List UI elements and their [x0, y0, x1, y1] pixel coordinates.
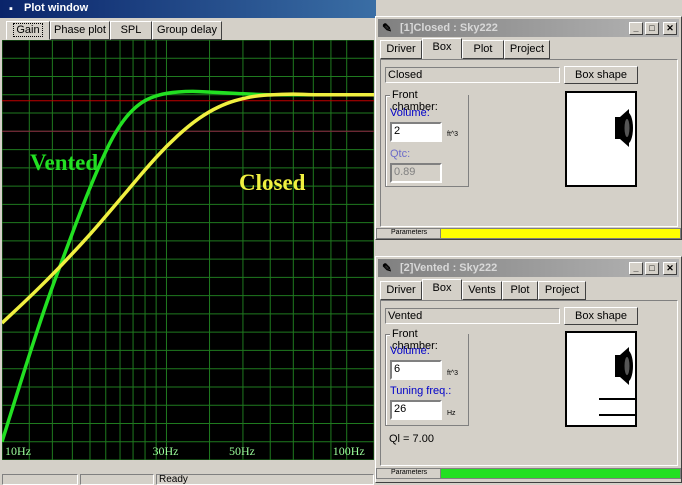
- closed-curve-label: Closed: [239, 170, 306, 195]
- x-tick-label: 100Hz: [332, 444, 365, 458]
- closed-color-strip: [441, 229, 680, 238]
- status-ready: Ready: [156, 474, 374, 485]
- box-shape-preview: [565, 331, 637, 427]
- x-tick-label: 10Hz: [5, 444, 31, 458]
- tuning-freq-unit: Hz: [447, 410, 456, 417]
- front-chamber-group: Front chamber: Volume: 6 ft^3 Tuning fre…: [385, 328, 469, 426]
- box-shape-preview: [565, 91, 637, 187]
- vented-window-titlebar[interactable]: ✎ [2]Vented : Sky222 _ □ ✕: [378, 259, 679, 277]
- tab-driver[interactable]: Driver: [380, 281, 422, 300]
- vented-curve-label: Vented: [30, 150, 99, 175]
- plot-window: ▪ Plot window Gain Phase plot SPL Group …: [0, 0, 376, 485]
- vented-color-strip: [441, 469, 680, 478]
- tab-driver[interactable]: Driver: [380, 40, 422, 59]
- tab-group-delay[interactable]: Group delay: [152, 21, 222, 40]
- vented-params-strip: Parameters: [376, 468, 681, 479]
- box-panel: Vented Box shape Front chamber: Volume: …: [380, 300, 678, 466]
- vented-window-title: [2]Vented : Sky222: [400, 262, 498, 274]
- qtc-field: 0.89: [390, 163, 442, 183]
- plot-window-title: Plot window: [24, 2, 89, 14]
- status-cell-2: [80, 474, 154, 485]
- tab-box[interactable]: Box: [422, 279, 462, 300]
- box-shape-button[interactable]: Box shape: [564, 66, 638, 84]
- tab-gain[interactable]: Gain: [6, 21, 50, 40]
- close-icon[interactable]: ✕: [663, 262, 677, 275]
- tuning-freq-input[interactable]: 26: [390, 400, 442, 420]
- x-tick-label: 30Hz: [152, 444, 179, 458]
- speaker-driver-icon: [599, 347, 635, 416]
- gain-chart: [2, 40, 374, 460]
- box-panel: Closed Box shape Front chamber: Volume: …: [380, 59, 678, 227]
- plot-statusbar: Ready: [0, 474, 376, 485]
- qtc-label: Qtc:: [390, 148, 411, 160]
- volume-unit: ft^3: [447, 370, 459, 377]
- minimize-icon[interactable]: _: [629, 262, 643, 275]
- vented-box-window: ✎ [2]Vented : Sky222 _ □ ✕ Driver Box Ve…: [375, 256, 682, 483]
- box-type-value: Vented: [385, 308, 560, 324]
- status-cell-1: [2, 474, 78, 485]
- front-chamber-group: Front chamber: Volume: 2 ft^3 Qtc: 0.89: [385, 89, 469, 187]
- x-tick-label: 50Hz: [228, 444, 255, 458]
- params-tab[interactable]: Parameters: [377, 469, 441, 478]
- series-closed: [2, 92, 374, 325]
- plot-window-titlebar[interactable]: ▪ Plot window: [0, 0, 376, 18]
- volume-input[interactable]: 6: [390, 360, 442, 380]
- volume-input[interactable]: 2: [390, 122, 442, 142]
- tab-box[interactable]: Box: [422, 38, 462, 59]
- tab-vents[interactable]: Vents: [462, 281, 502, 300]
- closed-window-title: [1]Closed : Sky222: [400, 22, 498, 34]
- minimize-icon[interactable]: _: [629, 22, 643, 35]
- close-icon[interactable]: ✕: [663, 22, 677, 35]
- box-type-value: Closed: [385, 67, 560, 83]
- closed-window-titlebar[interactable]: ✎ [1]Closed : Sky222 _ □ ✕: [378, 19, 679, 37]
- params-tab[interactable]: Parameters: [377, 229, 441, 238]
- volume-label: Volume:: [390, 107, 430, 119]
- tab-spl[interactable]: SPL: [110, 21, 152, 40]
- window-icon: ▪: [9, 3, 13, 15]
- tab-plot[interactable]: Plot: [502, 281, 538, 300]
- tuning-freq-label: Tuning freq.:: [390, 385, 452, 397]
- closed-params-strip: Parameters: [376, 228, 681, 239]
- tab-project[interactable]: Project: [504, 40, 550, 59]
- tab-project[interactable]: Project: [538, 281, 586, 300]
- speaker-app-icon: ✎: [382, 261, 393, 275]
- gain-plot[interactable]: Vented Closed 10Hz 30Hz 50Hz 100Hz: [2, 40, 374, 460]
- closed-box-window: ✎ [1]Closed : Sky222 _ □ ✕ Driver Box Pl…: [375, 16, 682, 240]
- box-shape-button[interactable]: Box shape: [564, 307, 638, 325]
- tab-phase-plot[interactable]: Phase plot: [50, 21, 110, 40]
- speaker-driver-icon: [615, 109, 633, 147]
- tab-plot[interactable]: Plot: [462, 40, 504, 59]
- volume-unit: ft^3: [447, 131, 459, 138]
- maximize-icon[interactable]: □: [645, 262, 659, 275]
- speaker-app-icon: ✎: [382, 21, 393, 35]
- maximize-icon[interactable]: □: [645, 22, 659, 35]
- volume-label: Volume:: [390, 345, 430, 357]
- ql-value: Ql = 7.00: [389, 433, 434, 445]
